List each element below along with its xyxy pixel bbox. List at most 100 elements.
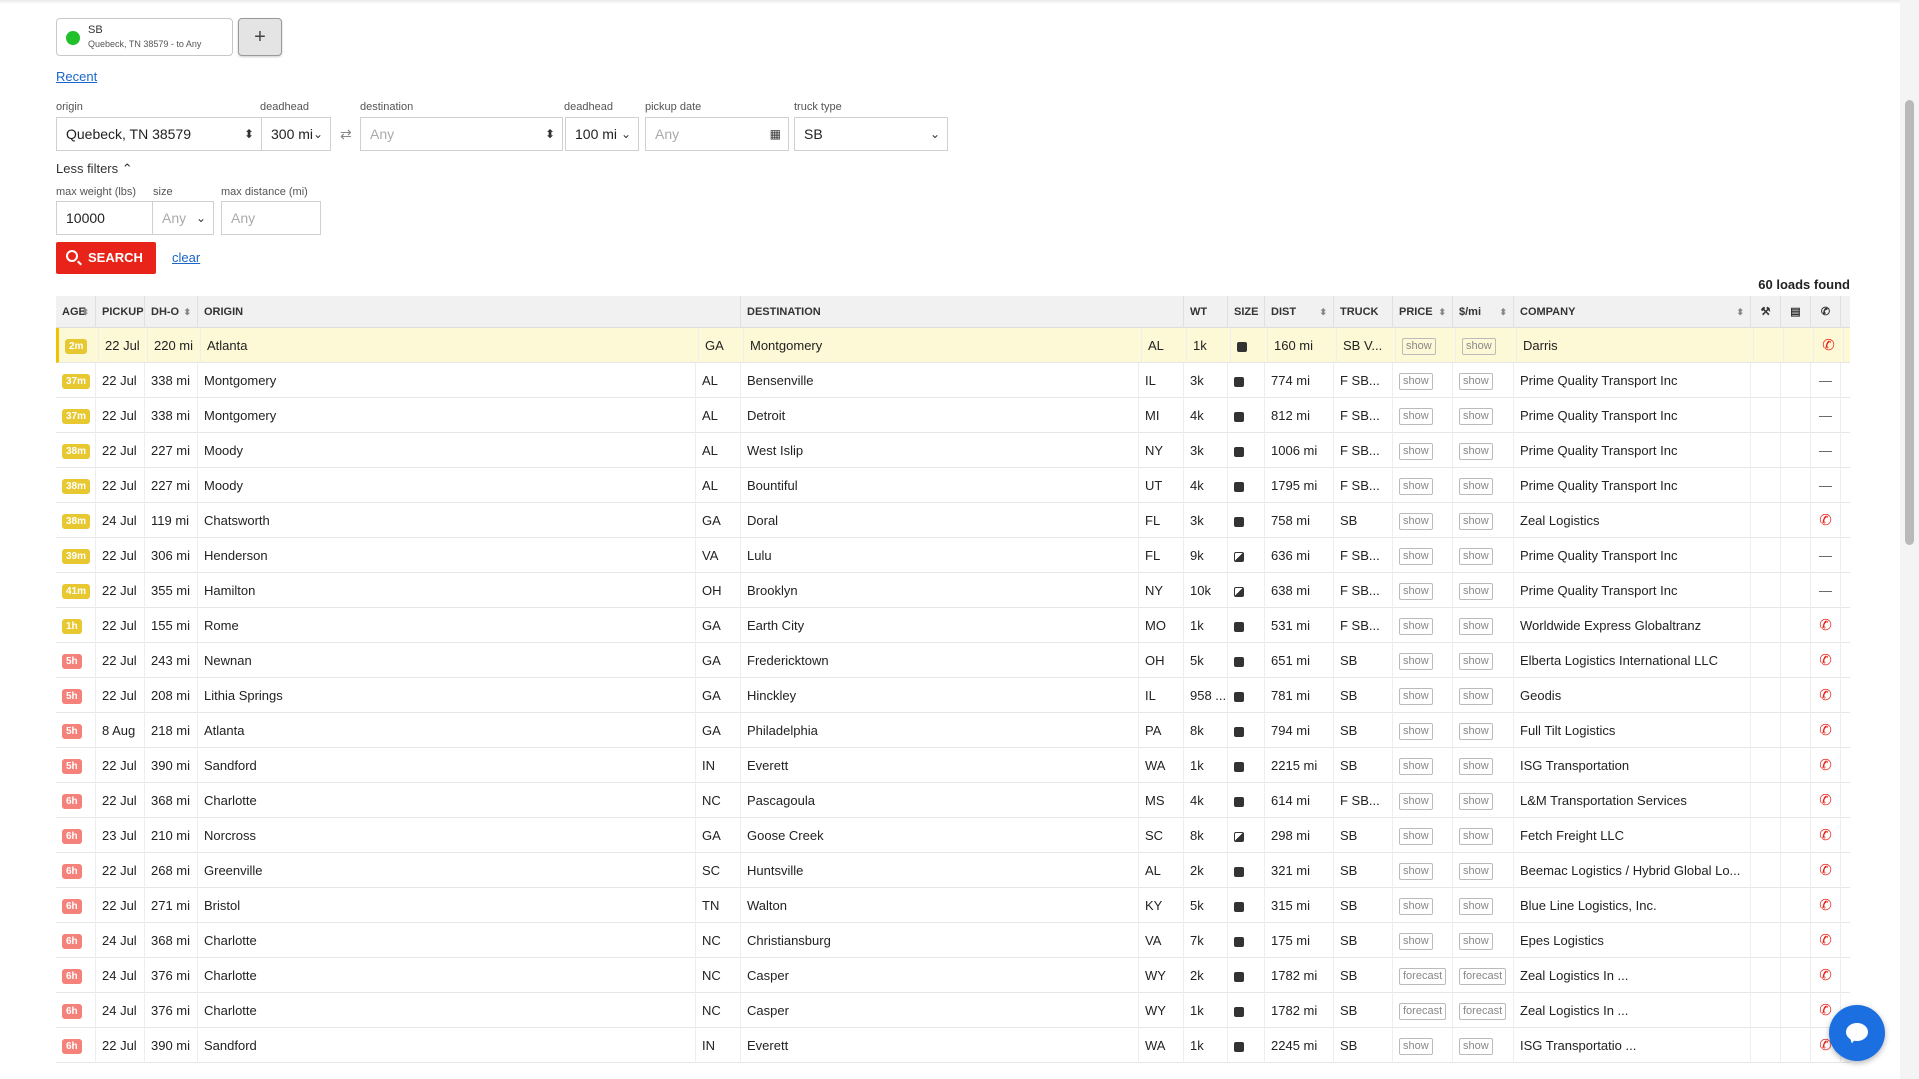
phone-icon[interactable]: ✆	[1819, 757, 1832, 774]
table-row[interactable]: 37m 22 Jul 338 mi Montgomery AL Bensenville IL…	[56, 363, 1850, 398]
phone-icon[interactable]: ✆	[1819, 652, 1832, 669]
table-row[interactable]: 2m 22 Jul 220 mi Atlanta GA Montgomery AL 1k 160…	[56, 328, 1850, 363]
phone-icon[interactable]: ✆	[1819, 932, 1832, 949]
recent-link[interactable]: Recent	[56, 69, 97, 84]
table-row[interactable]: 38m 22 Jul 227 mi Moody AL Bountiful UT 4k 1795 …	[56, 468, 1850, 503]
show-rate-button[interactable]: forecast	[1459, 1003, 1507, 1021]
swap-icon[interactable]: ⇄	[340, 126, 352, 143]
table-row[interactable]: 6h 24 Jul 368 mi Charlotte NC Christiansburg V…	[56, 923, 1850, 958]
show-rate-button[interactable]: show	[1459, 723, 1493, 741]
column-header-wt[interactable]: WT	[1184, 296, 1228, 328]
destination-input[interactable]: Any ⬍	[360, 117, 563, 151]
show-price-button[interactable]: show	[1399, 793, 1433, 811]
column-header-truck[interactable]: TRUCK	[1334, 296, 1393, 328]
show-rate-button[interactable]: show	[1462, 338, 1496, 356]
show-rate-button[interactable]: show	[1459, 1038, 1493, 1056]
column-header-origin[interactable]: ORIGIN	[198, 296, 741, 328]
show-price-button[interactable]: show	[1399, 583, 1433, 601]
table-row[interactable]: 6h 24 Jul 376 mi Charlotte NC Casper WY 1k 1782 …	[56, 993, 1850, 1028]
table-row[interactable]: 6h 22 Jul 268 mi Greenville SC Huntsville AL 2k…	[56, 853, 1850, 888]
show-rate-button[interactable]: show	[1459, 408, 1493, 426]
column-header-ppm[interactable]: $/mi ⬍	[1453, 296, 1514, 328]
table-row[interactable]: 5h 22 Jul 243 mi Newnan GA Fredericktown OH 5k 6…	[56, 643, 1850, 678]
show-price-button[interactable]: show	[1399, 373, 1433, 391]
show-rate-button[interactable]: show	[1459, 828, 1493, 846]
show-price-button[interactable]: forecast	[1399, 968, 1447, 986]
saved-search-chip[interactable]: SB Quebeck, TN 38579 - to Any	[56, 18, 233, 56]
show-price-button[interactable]: show	[1399, 513, 1433, 531]
table-row[interactable]: 6h 22 Jul 271 mi Bristol TN Walton KY 5k 315 mi S…	[56, 888, 1850, 923]
show-price-button[interactable]: show	[1399, 1038, 1433, 1056]
phone-icon[interactable]: ✆	[1819, 722, 1832, 739]
show-price-button[interactable]: show	[1399, 863, 1433, 881]
show-price-button[interactable]: forecast	[1399, 1003, 1447, 1021]
less-filters-toggle[interactable]: Less filters ⌃	[56, 161, 133, 177]
show-rate-button[interactable]: show	[1459, 863, 1493, 881]
phone-icon[interactable]: ✆	[1822, 337, 1835, 354]
show-price-button[interactable]: show	[1399, 933, 1433, 951]
show-rate-button[interactable]: show	[1459, 758, 1493, 776]
show-price-button[interactable]: show	[1399, 618, 1433, 636]
deadhead-origin-select[interactable]: 300 mi ⌄	[261, 117, 331, 151]
show-price-button[interactable]: show	[1399, 443, 1433, 461]
show-rate-button[interactable]: show	[1459, 688, 1493, 706]
phone-icon[interactable]: ✆	[1819, 862, 1832, 879]
show-rate-button[interactable]: show	[1459, 478, 1493, 496]
show-price-button[interactable]: show	[1399, 723, 1433, 741]
table-row[interactable]: 1h 22 Jul 155 mi Rome GA Earth City MO 1k 531 mi…	[56, 608, 1850, 643]
column-header-age[interactable]: AGE ⬍	[56, 296, 96, 328]
table-row[interactable]: 5h 8 Aug 218 mi Atlanta GA Philadelphia PA 8k 79…	[56, 713, 1850, 748]
show-rate-button[interactable]: show	[1459, 793, 1493, 811]
show-rate-button[interactable]: show	[1459, 443, 1493, 461]
column-header-size[interactable]: SIZE	[1228, 296, 1265, 328]
table-row[interactable]: 5h 22 Jul 208 mi Lithia Springs GA Hinckley IL…	[56, 678, 1850, 713]
clear-link[interactable]: clear	[172, 250, 200, 265]
phone-icon[interactable]: ✆	[1819, 512, 1832, 529]
show-rate-button[interactable]: show	[1459, 513, 1493, 531]
phone-icon[interactable]: ✆	[1819, 897, 1832, 914]
table-row[interactable]: 6h 22 Jul 390 mi Sandford IN Everett WA 1k 2245 …	[56, 1028, 1850, 1063]
max-distance-input[interactable]: Any	[221, 201, 321, 235]
truck-type-select[interactable]: SB ⌄	[794, 117, 948, 151]
show-price-button[interactable]: show	[1399, 478, 1433, 496]
table-row[interactable]: 38m 24 Jul 119 mi Chatsworth GA Doral FL 3k 758 …	[56, 503, 1850, 538]
table-row[interactable]: 6h 22 Jul 368 mi Charlotte NC Pascagoula MS 4k 6…	[56, 783, 1850, 818]
show-price-button[interactable]: show	[1399, 828, 1433, 846]
origin-input[interactable]: Quebeck, TN 38579 ⬍	[56, 117, 262, 151]
column-header-dho[interactable]: DH-O ⬍	[145, 296, 198, 328]
show-price-button[interactable]: show	[1399, 688, 1433, 706]
table-row[interactable]: 5h 22 Jul 390 mi Sandford IN Everett WA 1k 2215 …	[56, 748, 1850, 783]
table-row[interactable]: 39m 22 Jul 306 mi Henderson VA Lulu FL 9k 636 mi…	[56, 538, 1850, 573]
chat-button[interactable]	[1829, 1005, 1885, 1061]
scrollbar-thumb[interactable]	[1905, 100, 1914, 545]
show-rate-button[interactable]: show	[1459, 898, 1493, 916]
table-row[interactable]: 38m 22 Jul 227 mi Moody AL West Islip NY 3k 1006…	[56, 433, 1850, 468]
column-header-dest[interactable]: DESTINATION	[741, 296, 1184, 328]
table-row[interactable]: 6h 24 Jul 376 mi Charlotte NC Casper WY 2k 1782 …	[56, 958, 1850, 993]
phone-icon[interactable]: ✆	[1819, 967, 1832, 984]
column-header-dist[interactable]: DIST ⬍	[1265, 296, 1334, 328]
deadhead-destination-select[interactable]: 100 mi ⌄	[565, 117, 639, 151]
show-price-button[interactable]: show	[1399, 653, 1433, 671]
scrollbar[interactable]	[1900, 0, 1919, 1079]
column-header-pickup[interactable]: PICKUP	[96, 296, 145, 328]
max-weight-input[interactable]: 10000	[56, 201, 153, 235]
show-price-button[interactable]: show	[1399, 548, 1433, 566]
show-rate-button[interactable]: show	[1459, 373, 1493, 391]
show-price-button[interactable]: show	[1399, 408, 1433, 426]
show-rate-button[interactable]: show	[1459, 618, 1493, 636]
show-rate-button[interactable]: forecast	[1459, 968, 1507, 986]
phone-icon[interactable]: ✆	[1819, 792, 1832, 809]
pickup-date-input[interactable]: Any ▦	[645, 117, 789, 151]
column-header-price[interactable]: PRICE ⬍	[1393, 296, 1453, 328]
show-price-button[interactable]: show	[1399, 898, 1433, 916]
show-rate-button[interactable]: show	[1459, 933, 1493, 951]
show-rate-button[interactable]: show	[1459, 583, 1493, 601]
table-row[interactable]: 6h 23 Jul 210 mi Norcross GA Goose Creek SC 8k 2…	[56, 818, 1850, 853]
phone-icon[interactable]: ✆	[1819, 1002, 1832, 1019]
table-row[interactable]: 37m 22 Jul 338 mi Montgomery AL Detroit MI 4k 81…	[56, 398, 1850, 433]
search-button[interactable]: SEARCH	[56, 242, 156, 274]
size-select[interactable]: Any ⌄	[152, 201, 214, 235]
table-row[interactable]: 41m 22 Jul 355 mi Hamilton OH Brooklyn NY 10k 63…	[56, 573, 1850, 608]
show-rate-button[interactable]: show	[1459, 548, 1493, 566]
